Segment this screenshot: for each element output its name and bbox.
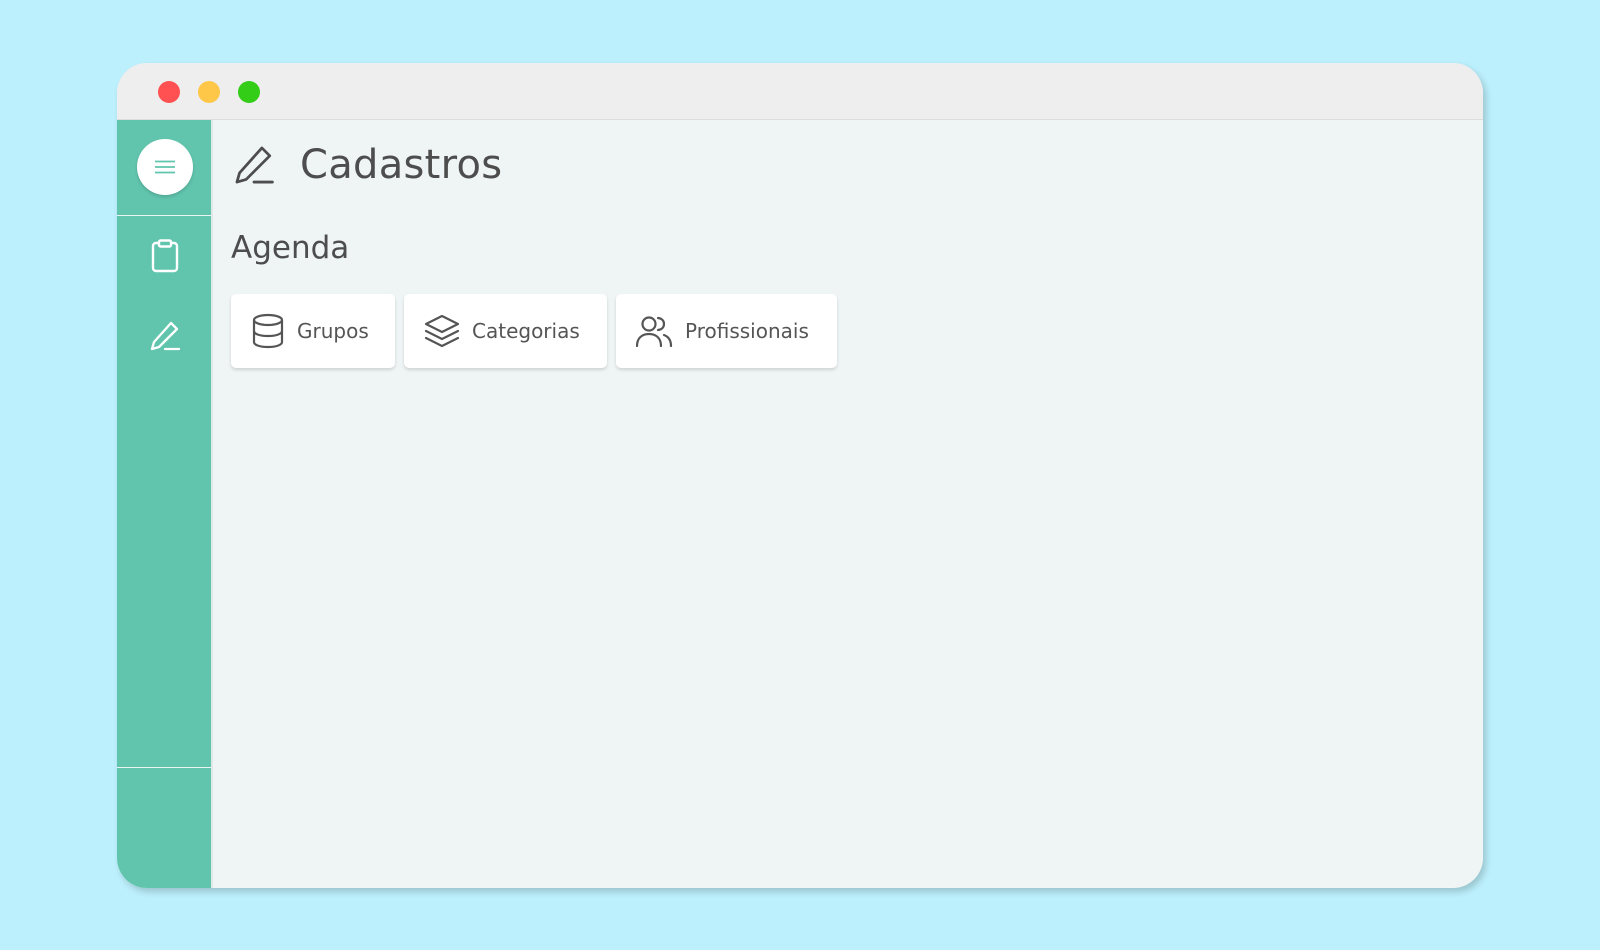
sidebar-item-cadastros[interactable] bbox=[149, 318, 181, 354]
layers-icon bbox=[424, 314, 460, 348]
card-list: Grupos Categorias Profissionais bbox=[231, 294, 846, 368]
section-title: Agenda bbox=[231, 230, 350, 266]
page-header: Cadastros bbox=[233, 142, 502, 188]
card-label: Categorias bbox=[472, 319, 580, 343]
close-window-button[interactable] bbox=[158, 81, 180, 103]
categorias-card[interactable]: Categorias bbox=[404, 294, 607, 368]
database-icon bbox=[252, 313, 284, 349]
grupos-card[interactable]: Grupos bbox=[231, 294, 395, 368]
maximize-window-button[interactable] bbox=[238, 81, 260, 103]
hamburger-menu-icon bbox=[155, 160, 175, 174]
menu-toggle-button[interactable] bbox=[137, 139, 193, 195]
pencil-icon bbox=[235, 146, 274, 184]
main-content: Cadastros Agenda Grupos Categorias Profi… bbox=[213, 120, 1483, 888]
page-title: Cadastros bbox=[300, 142, 503, 188]
profissionais-card[interactable]: Profissionais bbox=[616, 294, 837, 368]
users-icon bbox=[635, 316, 673, 348]
sidebar-item-clipboard[interactable] bbox=[149, 238, 181, 274]
pencil-icon bbox=[150, 321, 181, 351]
clipboard-icon bbox=[151, 239, 179, 273]
minimize-window-button[interactable] bbox=[198, 81, 220, 103]
title-bar bbox=[117, 63, 1483, 120]
card-label: Profissionais bbox=[685, 319, 809, 343]
sidebar-divider bbox=[117, 767, 211, 768]
sidebar-divider bbox=[117, 215, 211, 216]
app-window: Cadastros Agenda Grupos Categorias Profi… bbox=[117, 63, 1483, 888]
sidebar bbox=[117, 120, 213, 888]
card-label: Grupos bbox=[297, 319, 369, 343]
